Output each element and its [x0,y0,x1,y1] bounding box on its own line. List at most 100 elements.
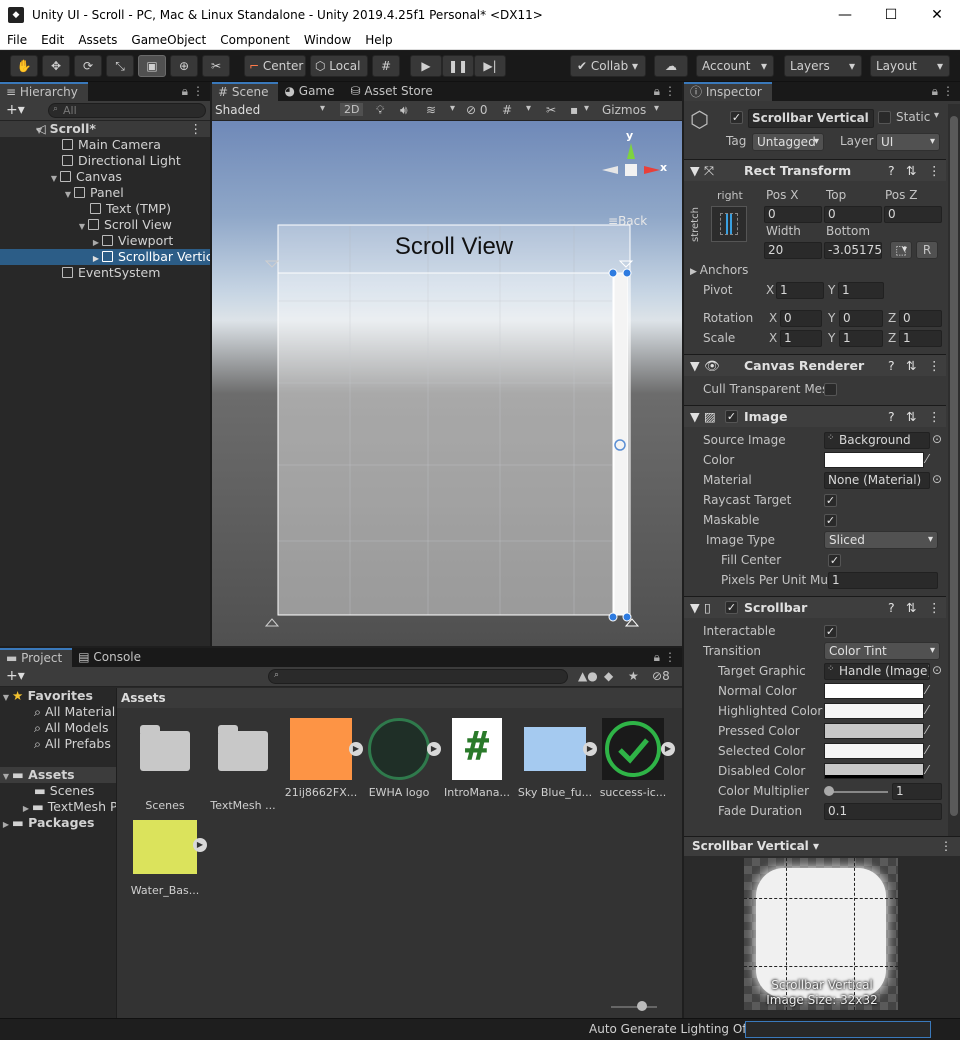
hierarchy-item-directional-light[interactable]: Directional Light [0,153,210,169]
packages-row[interactable]: ▶ ▬ Packages [0,815,116,831]
interactable-checkbox[interactable]: ✓ [824,625,837,638]
hierarchy-item-panel[interactable]: ▼ Panel [0,185,210,201]
pivot-x-field[interactable]: 1 [776,282,824,299]
more-icon[interactable]: ⋮ [928,406,941,427]
eyedropper-icon[interactable]: ⁄ [926,723,928,737]
menu-help[interactable]: Help [358,30,399,49]
help-icon[interactable]: ? [888,406,895,427]
asset-success-icon[interactable]: success-ic... ▶ [595,718,675,799]
tab-asset-store[interactable]: ⛁ Asset Store [345,82,443,101]
highlighted-color-swatch[interactable] [824,703,924,719]
tab-console[interactable]: ▤ Console [72,648,151,667]
assets-breadcrumb[interactable]: Assets [117,688,682,708]
layers-dropdown[interactable]: Layers ▾ [784,55,862,77]
slider-thumb[interactable] [824,786,834,796]
color-multiplier-field[interactable]: 1 [892,783,942,800]
asset-ewha-logo[interactable]: EWHA logo ▶ [361,718,441,799]
menu-window[interactable]: Window [297,30,358,49]
hierarchy-item-scroll-view[interactable]: ▼ Scroll View [0,217,210,233]
raycast-target-checkbox[interactable]: ✓ [824,494,837,507]
source-image-field[interactable]: Background [824,432,930,449]
more-icon[interactable]: ⋮ [928,355,941,376]
cull-transparent-checkbox[interactable] [824,383,837,396]
image-component-header[interactable]: ▼ ▨ ✓ Image ? ⇅ ⋮ [684,405,946,427]
preview-dropdown[interactable]: Scrollbar Vertical [692,839,809,853]
project-search-input[interactable] [268,669,568,684]
tab-game[interactable]: ◕ Game [278,82,344,101]
hierarchy-item-text-tmp[interactable]: Text (TMP) [0,201,210,217]
eyedropper-icon[interactable]: ⁄ [926,703,928,717]
lock-icon[interactable]: 🔒︎ [932,84,938,99]
add-icon[interactable]: +▾ [6,102,25,118]
custom-tool-icon[interactable]: ✂ [202,55,230,77]
bottom-field[interactable]: -3.05175 [824,242,882,259]
disabled-color-swatch[interactable] [824,763,924,779]
help-icon[interactable]: ? [888,597,895,618]
rotation-y-field[interactable]: 0 [839,310,883,327]
lock-icon[interactable]: 🔒︎ [654,650,660,665]
object-picker-icon[interactable]: ⊙ [932,472,942,486]
fill-center-checkbox[interactable]: ✓ [828,554,841,567]
hierarchy-item-scrollbar-vertical[interactable]: ▶ Scrollbar Vertic [0,249,210,265]
hierarchy-search-input[interactable]: All [48,103,206,118]
grid-snap-icon[interactable]: # [372,55,400,77]
scrollbar-thumb[interactable] [950,116,958,816]
width-field[interactable]: 20 [764,242,822,259]
transition-dropdown[interactable]: Color Tint [824,642,940,660]
close-button[interactable]: ✕ [914,7,960,23]
rotate-tool-icon[interactable]: ⟳ [74,55,102,77]
pivot-center-button[interactable]: ⌐ Center [244,55,306,77]
cloud-icon[interactable]: ☁ [654,55,688,77]
more-icon[interactable]: ⋮ [928,597,941,618]
transform-tool-icon[interactable]: ⊕ [170,55,198,77]
lock-icon[interactable]: 🔒︎ [654,84,660,99]
asset-water-basin[interactable]: Water_Bas... ▶ [127,816,207,897]
eyedropper-icon[interactable]: ⁄ [926,683,928,697]
hierarchy-item-eventsystem[interactable]: EventSystem [0,265,210,281]
move-tool-icon[interactable]: ✥ [42,55,70,77]
posz-field[interactable]: 0 [884,206,942,223]
minimize-button[interactable]: — [822,7,868,23]
maskable-checkbox[interactable]: ✓ [824,514,837,527]
account-dropdown[interactable]: Account ▾ [696,55,774,77]
folder-scenes[interactable]: ▬ Scenes [0,783,116,799]
space-local-button[interactable]: ⬡ Local [310,55,368,77]
play-button[interactable]: ▶ [410,55,442,77]
rotation-z-field[interactable]: 0 [899,310,942,327]
pressed-color-swatch[interactable] [824,723,924,739]
selected-color-swatch[interactable] [824,743,924,759]
lock-icon[interactable]: 🔒︎ [182,84,188,99]
hierarchy-scene-row[interactable]: ▼◁ Scroll* ⋮ [0,121,210,137]
normal-color-swatch[interactable] [824,683,924,699]
image-type-dropdown[interactable]: Sliced [824,531,938,549]
top-field[interactable]: 0 [824,206,882,223]
blueprint-mode-button[interactable]: ⬚ [890,241,912,259]
maximize-button[interactable]: ☐ [868,7,914,23]
eyedropper-icon[interactable]: ⁄ [926,763,928,777]
object-picker-icon[interactable]: ⊙ [932,432,942,446]
image-enabled-checkbox[interactable]: ✓ [725,410,738,423]
slider-thumb[interactable] [637,1001,647,1011]
canvas-renderer-header[interactable]: ▼ 👁︎ Canvas Renderer ? ⇅ ⋮ [684,354,946,376]
menu-assets[interactable]: Assets [71,30,124,49]
scale-tool-icon[interactable]: ⤡ [106,55,134,77]
rect-tool-icon[interactable]: ▣ [138,55,166,77]
more-icon[interactable]: ⋮ [190,121,203,137]
raw-edit-button[interactable]: R [916,241,938,259]
asset-21ij8662fx[interactable]: 21ij8662FX... ▶ [283,718,363,799]
pivot-y-field[interactable]: 1 [838,282,884,299]
asset-textmesh-folder[interactable]: TextMesh ... [205,718,281,812]
tab-project[interactable]: ▬ Project [0,648,73,667]
help-icon[interactable]: ? [888,160,895,181]
thumbnail-size-slider[interactable] [611,1006,657,1008]
fade-duration-field[interactable]: 0.1 [824,803,942,820]
rect-transform-header[interactable]: ▼ ⤧ Rect Transform ? ⇅ ⋮ [684,159,946,181]
lighting-icon[interactable]: 💡︎ [376,103,384,118]
expand-icon[interactable]: ▶ [193,838,207,852]
anchor-preset-button[interactable] [711,206,747,242]
preview-header[interactable]: Scrollbar Vertical ▾ ⋮ [684,836,960,856]
hierarchy-item-viewport[interactable]: ▶ Viewport [0,233,210,249]
menu-edit[interactable]: Edit [34,30,71,49]
label-icon[interactable]: ◆ [604,669,613,683]
rotation-x-field[interactable]: 0 [780,310,822,327]
